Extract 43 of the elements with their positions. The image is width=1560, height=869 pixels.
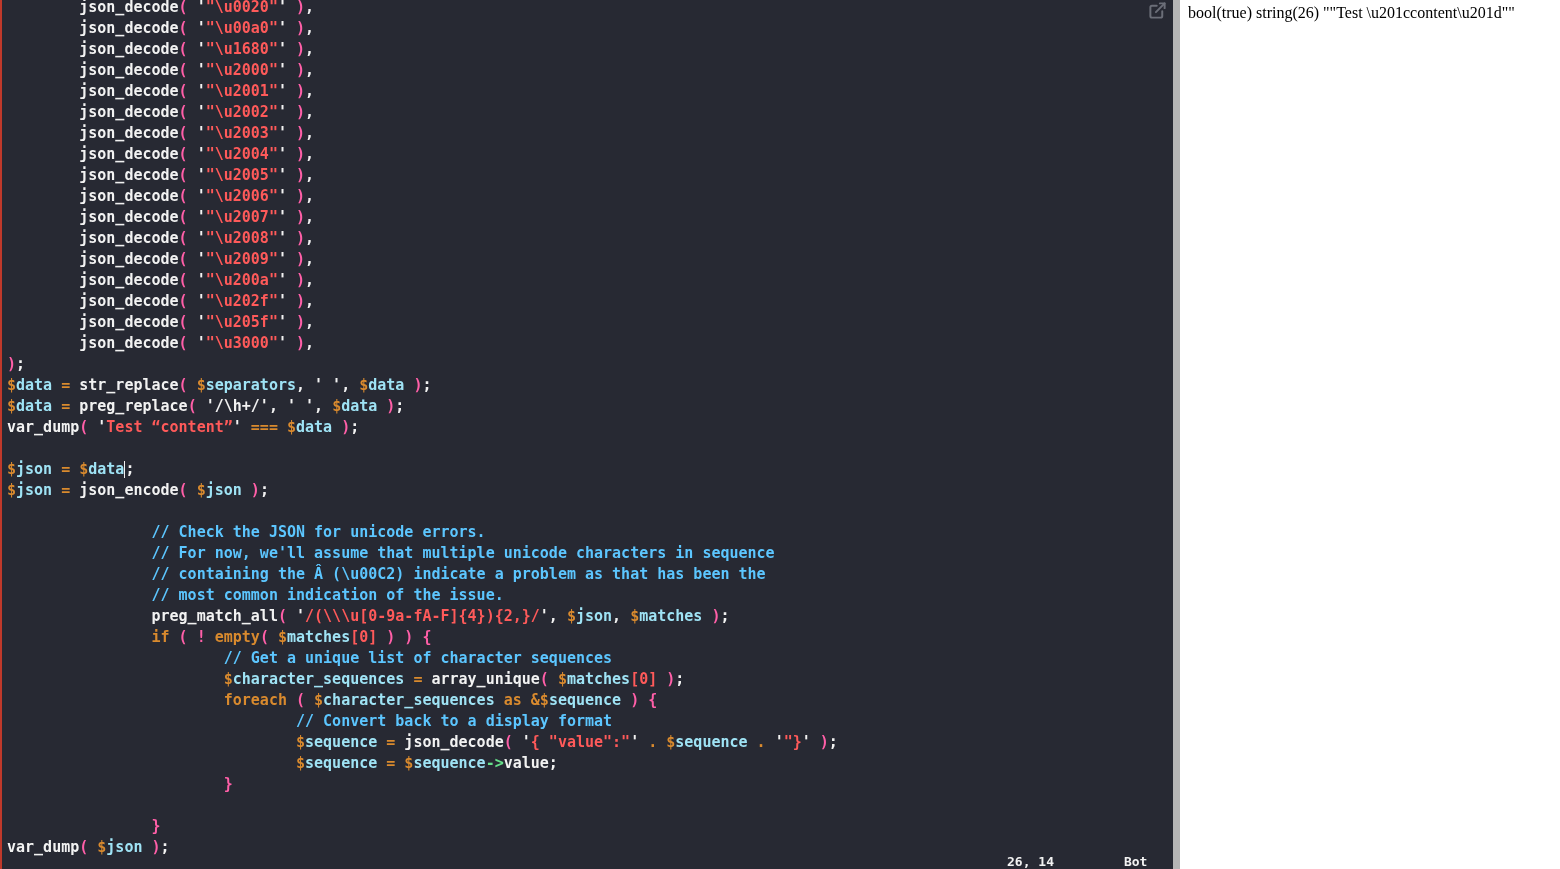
code-line: json_decode( '"\u2005"' ),	[78, 166, 315, 184]
code-line: $json = json_encode( $json );	[7, 481, 269, 499]
code-line: $json = $data;	[7, 460, 135, 478]
code-line: }	[222, 775, 233, 793]
code-editor[interactable]	[0, 0, 1173, 869]
code-line: foreach ( $character_sequences as &$sequence ) {	[222, 691, 658, 709]
code-line: $data = str_replace( $separators, ' ', $data );	[7, 376, 432, 394]
code-line: json_decode( '"\u2008"' ),	[78, 229, 315, 247]
code-line: json_decode( '"\u00a0"' ),	[78, 19, 315, 37]
code-line: $sequence = $sequence->value;	[295, 754, 558, 772]
code-line: json_decode( '"\u2009"' ),	[78, 250, 315, 268]
code-line: json_decode( '"\u2007"' ),	[78, 208, 315, 226]
code-line: $sequence = json_decode( '{ "value":"' . $sequence . '"}' );	[295, 733, 838, 751]
code-line: var_dump( 'Test “content”' === $data );	[7, 418, 360, 436]
code-line: json_decode( '"\u2000"' ),	[78, 61, 315, 79]
code-line: // For now, we'll assume that multiple unicode characters in sequence	[150, 544, 775, 562]
code-line: json_decode( '"\u2006"' ),	[78, 187, 315, 205]
code-line: json_decode( '"\u2004"' ),	[78, 145, 315, 163]
code-line: );	[7, 355, 26, 373]
code-line: json_decode( '"\u205f"' ),	[78, 313, 315, 331]
code-line: // Check the JSON for unicode errors.	[150, 523, 486, 541]
code-line: json_decode( '"\u1680"' ),	[78, 40, 315, 58]
code-line: json_decode( '"\u2002"' ),	[78, 103, 315, 121]
code-line: // Convert back to a display format	[295, 712, 613, 730]
code-line: json_decode( '"\u2001"' ),	[78, 82, 315, 100]
output-text: bool(true) string(26) ""Test \u201ccontent\u201d""	[1188, 3, 1516, 23]
code-line: json_decode( '"\u202f"' ),	[78, 292, 315, 310]
scroll-position: Bot	[1123, 855, 1148, 869]
code-line: if ( ! empty( $matches[0] ) ) {	[150, 628, 432, 646]
code-line: json_decode( '"\u2003"' ),	[78, 124, 315, 142]
code-line: // Get a unique list of character sequences	[222, 649, 613, 667]
code-line: // most common indication of the issue.	[150, 586, 504, 604]
code-line: preg_match_all( '/(\\\u[0-9a-fA-F]{4}){2,}/', $json, $matches );	[150, 607, 730, 625]
code-line: json_decode( '"\u3000"' ),	[78, 334, 315, 352]
code-line: json_decode( '"\u200a"' ),	[78, 271, 315, 289]
cursor-position: 26, 14	[1007, 855, 1054, 869]
external-link-icon[interactable]	[1148, 1, 1167, 20]
code-line: }	[150, 817, 161, 835]
code-line: var_dump( $json );	[7, 838, 170, 856]
code-line: $character_sequences = array_unique( $matches[0] );	[222, 670, 685, 688]
code-line: json_decode( '"\u0020"' ),	[78, 0, 315, 16]
code-line: // containing the Â (\u00C2) indicate a problem as that has been the	[150, 565, 766, 583]
code-line: $data = preg_replace( '/\h+/', ' ', $data );	[7, 397, 405, 415]
